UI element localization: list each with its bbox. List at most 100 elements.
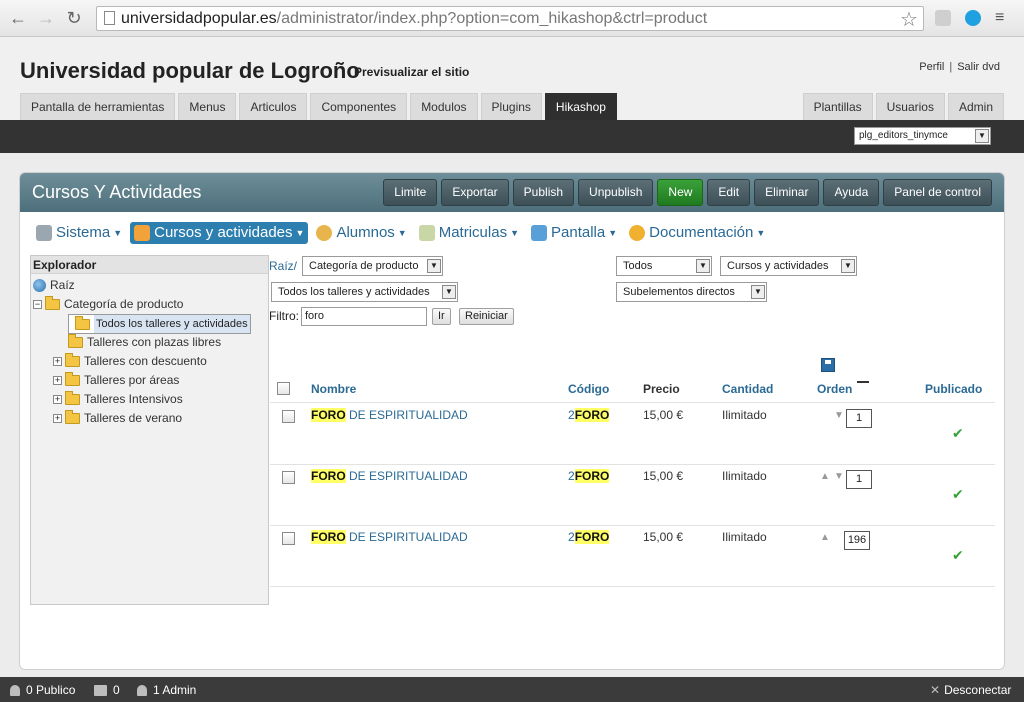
- link-separator: |: [949, 61, 953, 73]
- expand-icon[interactable]: +: [53, 356, 62, 366]
- menu-icon[interactable]: ≡: [995, 10, 1011, 26]
- expand-icon[interactable]: +: [53, 413, 62, 423]
- tree-label: Raíz: [50, 278, 75, 292]
- column-header-nombre[interactable]: Nombre: [311, 382, 356, 396]
- submenu-matriculas[interactable]: Matriculas ▼: [415, 222, 523, 244]
- status-select[interactable]: Todos ▼: [616, 256, 712, 276]
- product-code[interactable]: 2FORO: [568, 469, 610, 483]
- save-order-icon[interactable]: [821, 358, 835, 372]
- skype-icon[interactable]: [965, 10, 981, 26]
- order-input[interactable]: 196: [844, 531, 870, 550]
- tab-hikashop[interactable]: Hikashop: [544, 93, 617, 120]
- limite-button[interactable]: Limite: [383, 179, 438, 206]
- code-prefix: 2: [568, 469, 575, 483]
- signal-bars-icon[interactable]: [935, 10, 951, 26]
- edit-button[interactable]: Edit: [707, 179, 751, 206]
- eliminar-button[interactable]: Eliminar: [754, 179, 820, 206]
- move-down-icon[interactable]: ▼: [834, 471, 844, 482]
- product-code[interactable]: 2FORO: [568, 408, 610, 422]
- tab-plugins[interactable]: Plugins: [480, 93, 542, 120]
- bookmark-star-icon[interactable]: ☆: [900, 7, 918, 32]
- new-button[interactable]: New: [657, 179, 704, 206]
- product-name-link[interactable]: FORO DE ESPIRITUALIDAD: [311, 530, 468, 544]
- product-name-link[interactable]: FORO DE ESPIRITUALIDAD: [311, 469, 468, 483]
- tree-label: Talleres por áreas: [84, 373, 180, 387]
- row-checkbox[interactable]: [282, 532, 295, 545]
- product-name-link[interactable]: FORO DE ESPIRITUALIDAD: [311, 408, 468, 422]
- collapse-icon[interactable]: −: [33, 299, 42, 309]
- tree-node-areas[interactable]: + Talleres por áreas: [53, 371, 179, 389]
- messages[interactable]: 0: [94, 683, 120, 697]
- tab-pantalla-herramientas[interactable]: Pantalla de herramientas: [20, 93, 176, 120]
- code-highlight: FORO: [574, 530, 610, 544]
- type-select[interactable]: Cursos y actividades ▼: [720, 256, 857, 276]
- column-header-publicado[interactable]: Publicado: [925, 382, 982, 396]
- address-bar[interactable]: universidadpopular.es/administrator/inde…: [96, 6, 924, 31]
- row-checkbox[interactable]: [282, 410, 295, 423]
- breadcrumb-root-link[interactable]: Raíz/: [269, 259, 297, 273]
- reset-button[interactable]: Reiniciar: [459, 308, 514, 325]
- unpublish-button[interactable]: Unpublish: [578, 179, 654, 206]
- column-header-cantidad[interactable]: Cantidad: [722, 382, 773, 396]
- expand-icon[interactable]: +: [53, 394, 62, 404]
- workshop-select[interactable]: Todos los talleres y actividades ▼: [271, 282, 458, 302]
- tab-componentes[interactable]: Componentes: [310, 93, 408, 120]
- table-divider: [270, 402, 995, 403]
- ayuda-button[interactable]: Ayuda: [823, 179, 880, 206]
- product-quantity: Ilimitado: [722, 469, 767, 483]
- preview-site-link[interactable]: Previsualizar el sitio: [354, 65, 469, 79]
- tree-node-root[interactable]: Raíz: [33, 276, 75, 294]
- tree-node-todos[interactable]: Todos los talleres y actividades: [68, 314, 251, 334]
- order-input[interactable]: 1: [846, 470, 872, 489]
- tree-node-descuento[interactable]: + Talleres con descuento: [53, 352, 207, 370]
- exportar-button[interactable]: Exportar: [441, 179, 509, 206]
- tab-menus[interactable]: Menus: [178, 93, 237, 120]
- tree-node-intensivos[interactable]: + Talleres Intensivos: [53, 390, 183, 408]
- published-check-icon[interactable]: ✔: [952, 425, 964, 442]
- panel-control-button[interactable]: Panel de control: [883, 179, 992, 206]
- product-code[interactable]: 2FORO: [568, 530, 610, 544]
- sort-order-icon[interactable]: [857, 373, 869, 383]
- publish-button[interactable]: Publish: [512, 179, 575, 206]
- user-icon: [137, 684, 147, 696]
- editor-select[interactable]: plg_editors_tinymce ▼: [854, 127, 991, 145]
- tree-label: Talleres con plazas libres: [87, 335, 222, 349]
- scope-select[interactable]: Subelementos directos ▼: [616, 282, 767, 302]
- tree-node-category[interactable]: − Categoría de producto: [33, 295, 183, 313]
- row-checkbox[interactable]: [282, 471, 295, 484]
- logout-link[interactable]: Salir dvd: [957, 61, 1000, 73]
- submenu-pantalla[interactable]: Pantalla ▼: [527, 222, 621, 244]
- name-rest: DE ESPIRITUALIDAD: [345, 408, 468, 422]
- tab-articulos[interactable]: Articulos: [239, 93, 308, 120]
- tab-plantillas[interactable]: Plantillas: [802, 93, 873, 120]
- disconnect-link[interactable]: ✕ Desconectar: [930, 683, 1011, 697]
- folder-icon: [68, 333, 83, 348]
- column-header-orden[interactable]: Orden: [817, 382, 852, 396]
- submenu-alumnos[interactable]: Alumnos ▼: [312, 222, 410, 244]
- folder-icon: [45, 295, 60, 310]
- tab-admin[interactable]: Admin: [947, 93, 1004, 120]
- move-down-icon[interactable]: ▼: [834, 410, 844, 421]
- category-select[interactable]: Categoría de producto ▼: [302, 256, 443, 276]
- tree-node-plazas[interactable]: Talleres con plazas libres: [68, 333, 221, 351]
- move-up-icon[interactable]: ▲: [820, 532, 830, 543]
- tab-usuarios[interactable]: Usuarios: [875, 93, 945, 120]
- profile-link[interactable]: Perfil: [919, 61, 944, 73]
- move-up-icon[interactable]: ▲: [820, 471, 830, 482]
- tab-modulos[interactable]: Modulos: [410, 93, 478, 120]
- select-all-checkbox[interactable]: [277, 382, 290, 395]
- submenu-sistema[interactable]: Sistema ▼: [32, 222, 126, 244]
- reload-icon[interactable]: ↻: [64, 8, 84, 28]
- submenu-cursos[interactable]: Cursos y actividades ▼: [130, 222, 309, 244]
- tree-node-verano[interactable]: + Talleres de verano: [53, 409, 182, 427]
- order-input[interactable]: 1: [846, 409, 872, 428]
- published-check-icon[interactable]: ✔: [952, 486, 964, 503]
- expand-icon[interactable]: +: [53, 375, 62, 385]
- forward-arrow-icon[interactable]: →: [36, 8, 56, 28]
- back-arrow-icon[interactable]: ←: [8, 8, 28, 28]
- column-header-codigo[interactable]: Código: [568, 382, 609, 396]
- go-button[interactable]: Ir: [432, 308, 451, 325]
- published-check-icon[interactable]: ✔: [952, 547, 964, 564]
- filter-input[interactable]: foro: [301, 307, 427, 326]
- submenu-documentacion[interactable]: Documentación ▼: [625, 222, 769, 244]
